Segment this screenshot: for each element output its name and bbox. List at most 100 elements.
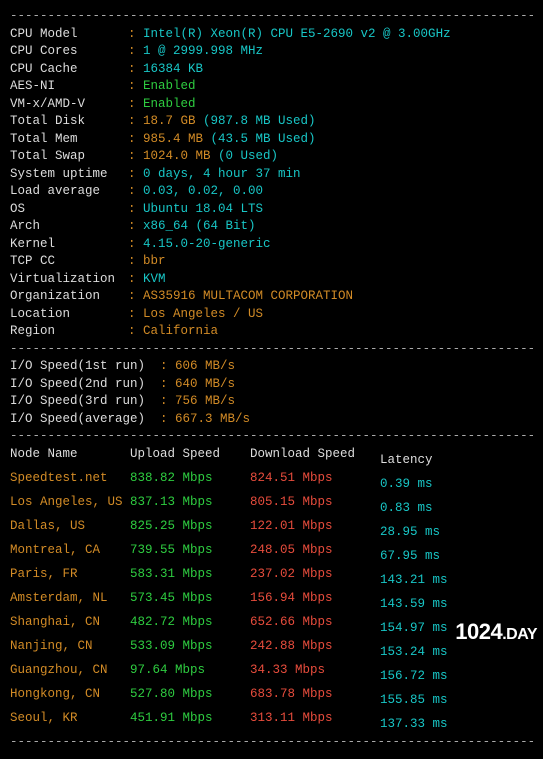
sys-label: Arch [10,218,128,236]
colon: : [128,272,143,286]
sys-value: x86_64 (64 Bit) [143,219,256,233]
io-label: I/O Speed(1st run) [10,358,160,376]
sys-label: TCP CC [10,253,128,271]
node-name: Nanjing, CN [10,638,130,656]
node-name: Los Angeles, US [10,494,130,512]
colon: : [128,289,143,303]
io-value: 640 MB/s [175,377,235,391]
download-speed: 242.88 Mbps [250,638,380,656]
sys-extra: (987.8 MB Used) [196,114,316,128]
speedtest-row: Montreal, CA739.55 Mbps248.05 Mbps67.95 … [10,542,533,566]
sys-value: 16384 KB [143,62,203,76]
colon: : [128,114,143,128]
sys-label: Virtualization [10,271,128,289]
sys-value: 1 @ 2999.998 MHz [143,44,263,58]
download-speed: 313.11 Mbps [250,710,380,728]
col-header-name: Node Name [10,446,130,464]
sys-row: Location: Los Angeles / US [10,306,533,324]
colon: : [128,184,143,198]
node-name: Paris, FR [10,566,130,584]
colon: : [128,149,143,163]
upload-speed: 97.64 Mbps [130,662,250,680]
sys-row: Organization: AS35916 MULTACOM CORPORATI… [10,288,533,306]
sys-value: AS35916 MULTACOM CORPORATION [143,289,353,303]
sys-row: Kernel: 4.15.0-20-generic [10,236,533,254]
download-speed: 824.51 Mbps [250,470,380,488]
download-speed: 683.78 Mbps [250,686,380,704]
node-name: Guangzhou, CN [10,662,130,680]
io-row: I/O Speed(average) : 667.3 MB/s [10,411,533,429]
sys-row: Total Mem: 985.4 MB (43.5 MB Used) [10,131,533,149]
latency: 143.21 ms [380,572,448,590]
sys-label: System uptime [10,166,128,184]
speedtest-row: Los Angeles, US837.13 Mbps805.15 Mbps0.8… [10,494,533,518]
io-label: I/O Speed(2nd run) [10,376,160,394]
sys-row: Arch: x86_64 (64 Bit) [10,218,533,236]
io-row: I/O Speed(3rd run) : 756 MB/s [10,393,533,411]
speedtest-header: Node NameUpload SpeedDownload SpeedLaten… [10,446,533,470]
divider: ----------------------------------------… [10,428,533,446]
speedtest-row: Dallas, US825.25 Mbps122.01 Mbps28.95 ms [10,518,533,542]
sys-label: Total Disk [10,113,128,131]
node-name: Montreal, CA [10,542,130,560]
colon: : [128,79,143,93]
download-speed: 248.05 Mbps [250,542,380,560]
sys-extra: (43.5 MB Used) [203,132,316,146]
sys-row: CPU Model: Intel(R) Xeon(R) CPU E5-2690 … [10,26,533,44]
io-row: I/O Speed(1st run) : 606 MB/s [10,358,533,376]
colon: : [128,62,143,76]
colon: : [160,394,175,408]
upload-speed: 837.13 Mbps [130,494,250,512]
sys-value: 18.7 GB [143,114,196,128]
sys-label: Organization [10,288,128,306]
sys-value: Enabled [143,79,196,93]
sys-label: Total Mem [10,131,128,149]
latency: 0.39 ms [380,476,433,494]
sys-value: 0.03, 0.02, 0.00 [143,184,263,198]
sys-value: Intel(R) Xeon(R) CPU E5-2690 v2 @ 3.00GH… [143,27,451,41]
upload-speed: 583.31 Mbps [130,566,250,584]
sys-label: CPU Model [10,26,128,44]
io-label: I/O Speed(average) [10,411,160,429]
sys-value: Los Angeles / US [143,307,263,321]
io-label: I/O Speed(3rd run) [10,393,160,411]
sys-value: 0 days, 4 hour 37 min [143,167,301,181]
upload-speed: 482.72 Mbps [130,614,250,632]
divider: ----------------------------------------… [10,341,533,359]
sys-row: OS: Ubuntu 18.04 LTS [10,201,533,219]
speedtest-row: Speedtest.net838.82 Mbps824.51 Mbps0.39 … [10,470,533,494]
latency: 154.97 ms [380,620,448,638]
colon: : [160,359,175,373]
colon: : [160,377,175,391]
colon: : [128,237,143,251]
node-name: Hongkong, CN [10,686,130,704]
node-name: Dallas, US [10,518,130,536]
divider: ----------------------------------------… [10,734,533,752]
sys-row: VM-x/AMD-V: Enabled [10,96,533,114]
speedtest-row: Hongkong, CN527.80 Mbps683.78 Mbps155.85… [10,686,533,710]
latency: 137.33 ms [380,716,448,734]
sys-row: Virtualization: KVM [10,271,533,289]
sys-row: Total Swap: 1024.0 MB (0 Used) [10,148,533,166]
sys-extra: (0 Used) [211,149,279,163]
upload-speed: 533.09 Mbps [130,638,250,656]
sys-label: CPU Cache [10,61,128,79]
download-speed: 805.15 Mbps [250,494,380,512]
latency: 156.72 ms [380,668,448,686]
latency: 0.83 ms [380,500,433,518]
latency: 155.85 ms [380,692,448,710]
latency: 143.59 ms [380,596,448,614]
sys-value: 1024.0 MB [143,149,211,163]
sys-value: KVM [143,272,166,286]
speedtest-row: Amsterdam, NL573.45 Mbps156.94 Mbps143.5… [10,590,533,614]
sys-row: CPU Cache: 16384 KB [10,61,533,79]
upload-speed: 451.91 Mbps [130,710,250,728]
download-speed: 237.02 Mbps [250,566,380,584]
io-value: 667.3 MB/s [175,412,250,426]
colon: : [128,44,143,58]
sys-label: Location [10,306,128,324]
latency: 67.95 ms [380,548,440,566]
download-speed: 156.94 Mbps [250,590,380,608]
upload-speed: 838.82 Mbps [130,470,250,488]
sys-label: Region [10,323,128,341]
